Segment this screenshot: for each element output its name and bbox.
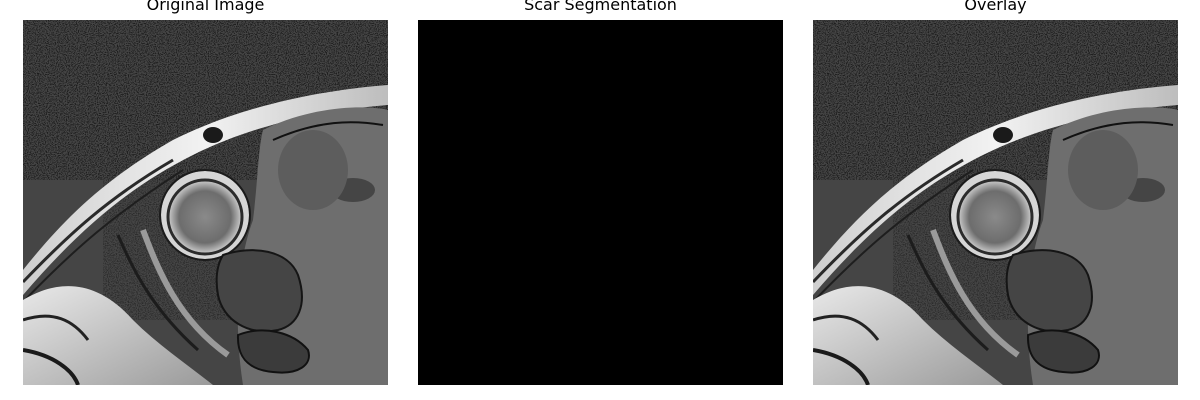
panel-title-original: Original Image [146, 0, 265, 14]
panel-original: Original Image [23, 0, 388, 400]
mri-slice-overlay [813, 20, 1178, 385]
panel-title-segmentation: Scar Segmentation [524, 0, 677, 14]
overlay-image [813, 20, 1178, 385]
original-image [23, 20, 388, 385]
mri-slice-original [23, 20, 388, 385]
panel-title-overlay: Overlay [964, 0, 1027, 14]
panel-segmentation: Scar Segmentation [418, 0, 783, 400]
segmentation-mask [418, 20, 783, 385]
panel-overlay: Overlay [813, 0, 1178, 400]
